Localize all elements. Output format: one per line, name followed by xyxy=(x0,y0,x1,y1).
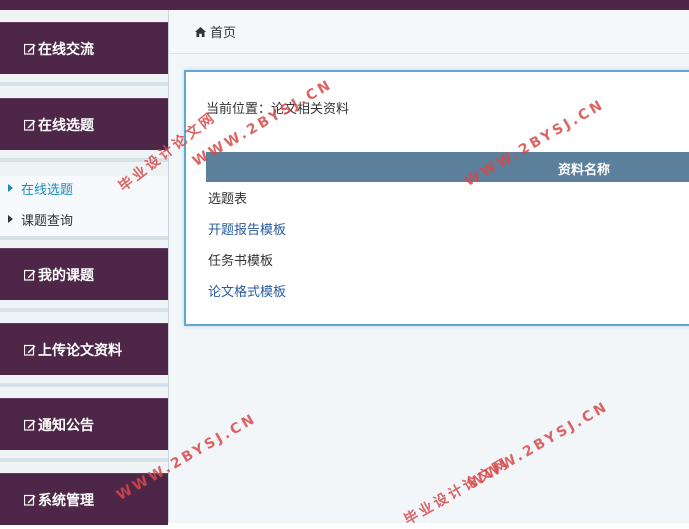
submenu: 在线选题 课题查询 xyxy=(0,176,168,238)
sidebar-section-system[interactable]: 系统管理 xyxy=(0,473,168,525)
sidebar-section-label: 我的课题 xyxy=(38,265,94,285)
column-header-material-name: 资料名称 xyxy=(558,159,610,178)
sidebar-section-my-topic[interactable]: 我的课题 xyxy=(0,248,168,300)
sidebar-divider xyxy=(0,383,168,387)
sidebar-section-upload-paper[interactable]: 上传论文资料 xyxy=(0,323,168,375)
sidebar-divider xyxy=(0,458,168,462)
table-row-link[interactable]: 论文格式模板 xyxy=(208,279,286,301)
triangle-right-icon xyxy=(8,215,13,223)
submenu-item-online-topic[interactable]: 在线选题 xyxy=(8,178,73,198)
top-bar xyxy=(0,0,689,10)
sidebar-section-label: 在线选题 xyxy=(38,115,94,135)
sidebar-section-label: 系统管理 xyxy=(38,490,94,510)
table-header: 资料名称 xyxy=(206,152,689,182)
table-row-link[interactable]: 开题报告模板 xyxy=(208,217,286,239)
edit-icon xyxy=(24,119,36,131)
sidebar-section-online-topic[interactable]: 在线选题 xyxy=(0,98,168,150)
main-content: 首页 当前位置：论文相关资料 资料名称 选题表 开题报告模板 任务书模板 论文格… xyxy=(169,10,689,523)
breadcrumb-home-link[interactable]: 首页 xyxy=(210,22,236,41)
home-icon xyxy=(195,27,206,37)
sidebar-section-notice[interactable]: 通知公告 xyxy=(0,398,168,450)
table-row: 选题表 xyxy=(208,186,247,208)
sidebar-section-online-chat[interactable]: 在线交流 xyxy=(0,22,168,74)
submenu-item-topic-search[interactable]: 课题查询 xyxy=(8,209,73,229)
table-row: 任务书模板 xyxy=(208,248,273,270)
sidebar-divider xyxy=(0,158,168,162)
edit-icon xyxy=(24,419,36,431)
sidebar-divider xyxy=(0,82,168,86)
sidebar-divider xyxy=(0,236,168,240)
sidebar-section-label: 在线交流 xyxy=(38,39,94,59)
sidebar-section-label: 通知公告 xyxy=(38,415,94,435)
edit-icon xyxy=(24,344,36,356)
sidebar-divider xyxy=(0,308,168,312)
submenu-item-label: 课题查询 xyxy=(21,210,73,229)
current-position: 当前位置：论文相关资料 xyxy=(206,98,349,117)
triangle-right-icon xyxy=(8,184,13,192)
sidebar-section-label: 上传论文资料 xyxy=(38,340,122,360)
edit-icon xyxy=(24,494,36,506)
breadcrumb: 首页 xyxy=(169,10,689,54)
submenu-item-label: 在线选题 xyxy=(21,179,73,198)
edit-icon xyxy=(24,43,36,55)
sidebar: 在线交流 在线选题 在线选题 课题查询 我的课题 上传论文资料 通知公告 系统管… xyxy=(0,10,169,523)
content-panel: 当前位置：论文相关资料 资料名称 选题表 开题报告模板 任务书模板 论文格式模板 xyxy=(184,70,689,326)
edit-icon xyxy=(24,269,36,281)
